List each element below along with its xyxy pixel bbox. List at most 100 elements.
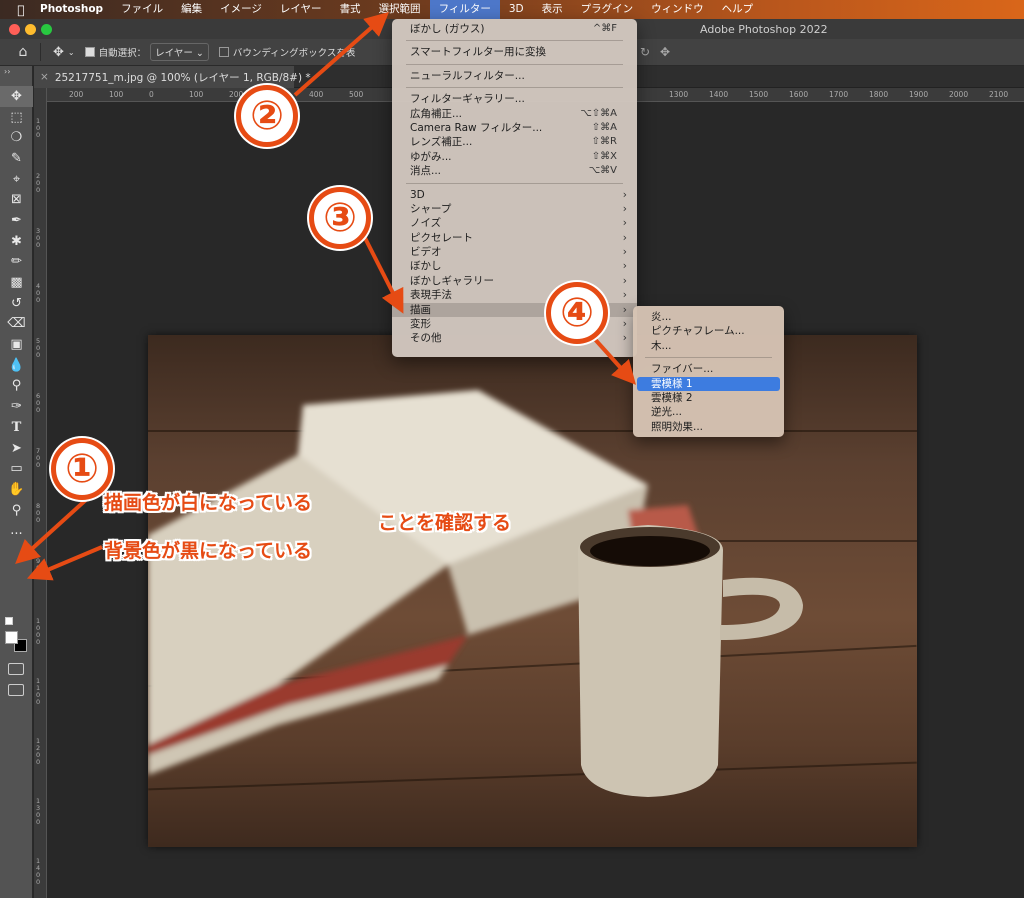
canvas-photo[interactable] bbox=[148, 335, 917, 847]
marquee-tool-icon[interactable]: ⬚ bbox=[0, 107, 33, 128]
default-colors-icon[interactable] bbox=[5, 617, 13, 625]
document-tab[interactable]: × 25217751_m.jpg @ 100% (レイヤー 1, RGB/8#)… bbox=[34, 66, 311, 88]
quick-select-tool-icon[interactable]: ✎ bbox=[0, 148, 33, 169]
filter-item-adaptive-wide-angle[interactable]: 広角補正... ⌥⇧⌘A bbox=[392, 107, 637, 121]
ruler-tick: 1200 bbox=[36, 737, 41, 766]
close-tab-icon[interactable]: × bbox=[40, 71, 49, 83]
render-item-lighting-effects[interactable]: 照明効果... bbox=[633, 420, 784, 434]
filter-item-smart-filter[interactable]: スマートフィルター用に変換 bbox=[392, 45, 637, 59]
brush-tool-icon[interactable]: ✏ bbox=[0, 252, 33, 273]
healing-brush-tool-icon[interactable]: ✱ bbox=[0, 231, 33, 252]
chevron-down-icon[interactable]: ⌄ bbox=[68, 48, 75, 57]
filter-item-3d[interactable]: 3D › bbox=[392, 188, 637, 202]
frame-tool-icon[interactable]: ⊠ bbox=[0, 189, 33, 210]
filter-item-neural-filters[interactable]: ニューラルフィルター... bbox=[392, 69, 637, 83]
move-tool-icon[interactable]: ✥ bbox=[53, 45, 64, 60]
book-image bbox=[148, 390, 803, 797]
bounding-box-checkbox[interactable] bbox=[218, 47, 229, 57]
type-tool-icon[interactable]: T bbox=[0, 417, 33, 438]
auto-select-dropdown[interactable]: レイヤー ⌄ bbox=[150, 43, 209, 61]
hand-tool-icon[interactable]: ✋ bbox=[0, 479, 33, 500]
clone-stamp-tool-icon[interactable]: ▩ bbox=[0, 272, 33, 293]
ruler-tick: 200 bbox=[36, 172, 41, 194]
filter-item-noise[interactable]: ノイズ › bbox=[392, 216, 637, 230]
zoom-window-button[interactable] bbox=[41, 24, 52, 35]
render-item-tree[interactable]: 木... bbox=[633, 339, 784, 353]
menu-edit[interactable]: 編集 bbox=[172, 0, 211, 19]
filter-item-blur[interactable]: ぼかし › bbox=[392, 259, 637, 273]
menu-item-label: ぼかし (ガウス) bbox=[410, 23, 485, 35]
apple-icon[interactable]:  bbox=[10, 3, 32, 17]
menu-window[interactable]: ウィンドウ bbox=[642, 0, 713, 19]
shortcut-label: ⇧⌘A bbox=[591, 121, 617, 133]
ruler-tick: 2000 bbox=[949, 90, 969, 99]
crop-tool-icon[interactable]: ⌖ bbox=[0, 169, 33, 190]
filter-item-sharpen[interactable]: シャープ › bbox=[392, 202, 637, 216]
chevron-right-icon: › bbox=[622, 274, 627, 287]
pan-3d-icon[interactable]: ✥ bbox=[660, 45, 670, 59]
render-item-clouds[interactable]: 雲模様 1 bbox=[637, 376, 780, 391]
orbit-3d-icon[interactable]: ↻ bbox=[640, 45, 650, 59]
render-item-flame[interactable]: 炎... bbox=[633, 310, 784, 324]
quick-mask-icon[interactable] bbox=[8, 663, 24, 675]
render-item-difference-clouds[interactable]: 雲模様 2 bbox=[633, 391, 784, 405]
auto-select-checkbox[interactable] bbox=[84, 47, 95, 57]
filter-item-other[interactable]: その他 › bbox=[392, 331, 637, 345]
menu-help[interactable]: ヘルプ bbox=[713, 0, 763, 19]
pen-tool-icon[interactable]: ✑ bbox=[0, 396, 33, 417]
chevron-right-icon: › bbox=[622, 289, 627, 302]
menu-type[interactable]: 書式 bbox=[331, 0, 370, 19]
foreground-color-swatch[interactable] bbox=[5, 631, 18, 644]
shortcut-label: ⌥⇧⌘A bbox=[580, 107, 617, 119]
render-item-fibers[interactable]: ファイバー... bbox=[633, 362, 784, 376]
menu-plugins[interactable]: プラグイン bbox=[572, 0, 643, 19]
filter-item-blur-gallery[interactable]: ぼかしギャラリー › bbox=[392, 274, 637, 288]
eraser-tool-icon[interactable]: ⌫ bbox=[0, 314, 33, 335]
auto-select-value: レイヤー bbox=[155, 48, 193, 59]
filter-item-filter-gallery[interactable]: フィルターギャラリー... bbox=[392, 92, 637, 106]
zoom-tool-icon[interactable]: ⚲ bbox=[0, 500, 33, 521]
menu-item-label: シャープ bbox=[410, 202, 452, 215]
menu-filter[interactable]: フィルター bbox=[429, 0, 500, 19]
render-submenu: 炎... ピクチャフレーム... 木... ファイバー... 雲模様 1 雲模様… bbox=[633, 306, 784, 437]
home-icon[interactable]: ⌂ bbox=[14, 44, 32, 60]
history-brush-tool-icon[interactable]: ↺ bbox=[0, 293, 33, 314]
dodge-tool-icon[interactable]: ⚲ bbox=[0, 376, 33, 397]
eyedropper-tool-icon[interactable]: ✒ bbox=[0, 210, 33, 231]
panel-collapse-icon[interactable]: ›› bbox=[0, 66, 32, 86]
menu-select[interactable]: 選択範囲 bbox=[370, 0, 430, 19]
render-item-lens-flare[interactable]: 逆光... bbox=[633, 405, 784, 419]
menu-layer[interactable]: レイヤー bbox=[271, 0, 331, 19]
filter-item-liquify[interactable]: ゆがみ... ⇧⌘X bbox=[392, 150, 637, 164]
lasso-tool-icon[interactable]: ❍ bbox=[0, 127, 33, 148]
menu-image[interactable]: イメージ bbox=[211, 0, 271, 19]
rectangle-tool-icon[interactable]: ▭ bbox=[0, 458, 33, 479]
bounding-box-label: バウンディングボックスを表 bbox=[232, 48, 356, 59]
ruler-tick: 100 bbox=[189, 90, 204, 99]
filter-item-camera-raw[interactable]: Camera Raw フィルター... ⇧⌘A bbox=[392, 121, 637, 135]
blur-tool-icon[interactable]: 💧 bbox=[0, 355, 33, 376]
screen-mode-icon[interactable] bbox=[8, 684, 24, 696]
ruler-tick: 1400 bbox=[709, 90, 729, 99]
move-tool-icon[interactable]: ✥ bbox=[0, 86, 33, 107]
menu-file[interactable]: ファイル bbox=[112, 0, 172, 19]
tools-panel: ›› ✥ ⬚ ❍ ✎ ⌖ ⊠ ✒ ✱ ✏ ▩ ↺ ⌫ ▣ 💧 ⚲ ✑ T ➤ ▭… bbox=[0, 66, 33, 898]
menu-view[interactable]: 表示 bbox=[533, 0, 572, 19]
close-window-button[interactable] bbox=[9, 24, 20, 35]
more-tools-icon[interactable]: ··· bbox=[0, 524, 33, 545]
menu-3d[interactable]: 3D bbox=[500, 0, 533, 19]
render-item-picture-frame[interactable]: ピクチャフレーム... bbox=[633, 324, 784, 338]
menu-app-photoshop[interactable]: Photoshop bbox=[32, 0, 112, 19]
ruler-tick: 1900 bbox=[909, 90, 929, 99]
ruler-tick: 1700 bbox=[829, 90, 849, 99]
minimize-window-button[interactable] bbox=[25, 24, 36, 35]
filter-item-gaussian-blur[interactable]: ぼかし (ガウス) ^⌘F bbox=[392, 22, 637, 36]
ruler-tick: 600 bbox=[36, 392, 41, 414]
gradient-tool-icon[interactable]: ▣ bbox=[0, 334, 33, 355]
filter-item-vanishing-point[interactable]: 消点... ⌥⌘V bbox=[392, 164, 637, 178]
path-select-tool-icon[interactable]: ➤ bbox=[0, 438, 33, 459]
shortcut-label: ⌥⌘V bbox=[588, 165, 617, 177]
filter-item-video[interactable]: ビデオ › bbox=[392, 245, 637, 259]
filter-item-lens-correction[interactable]: レンズ補正... ⇧⌘R bbox=[392, 135, 637, 149]
filter-item-pixelate[interactable]: ピクセレート › bbox=[392, 231, 637, 245]
